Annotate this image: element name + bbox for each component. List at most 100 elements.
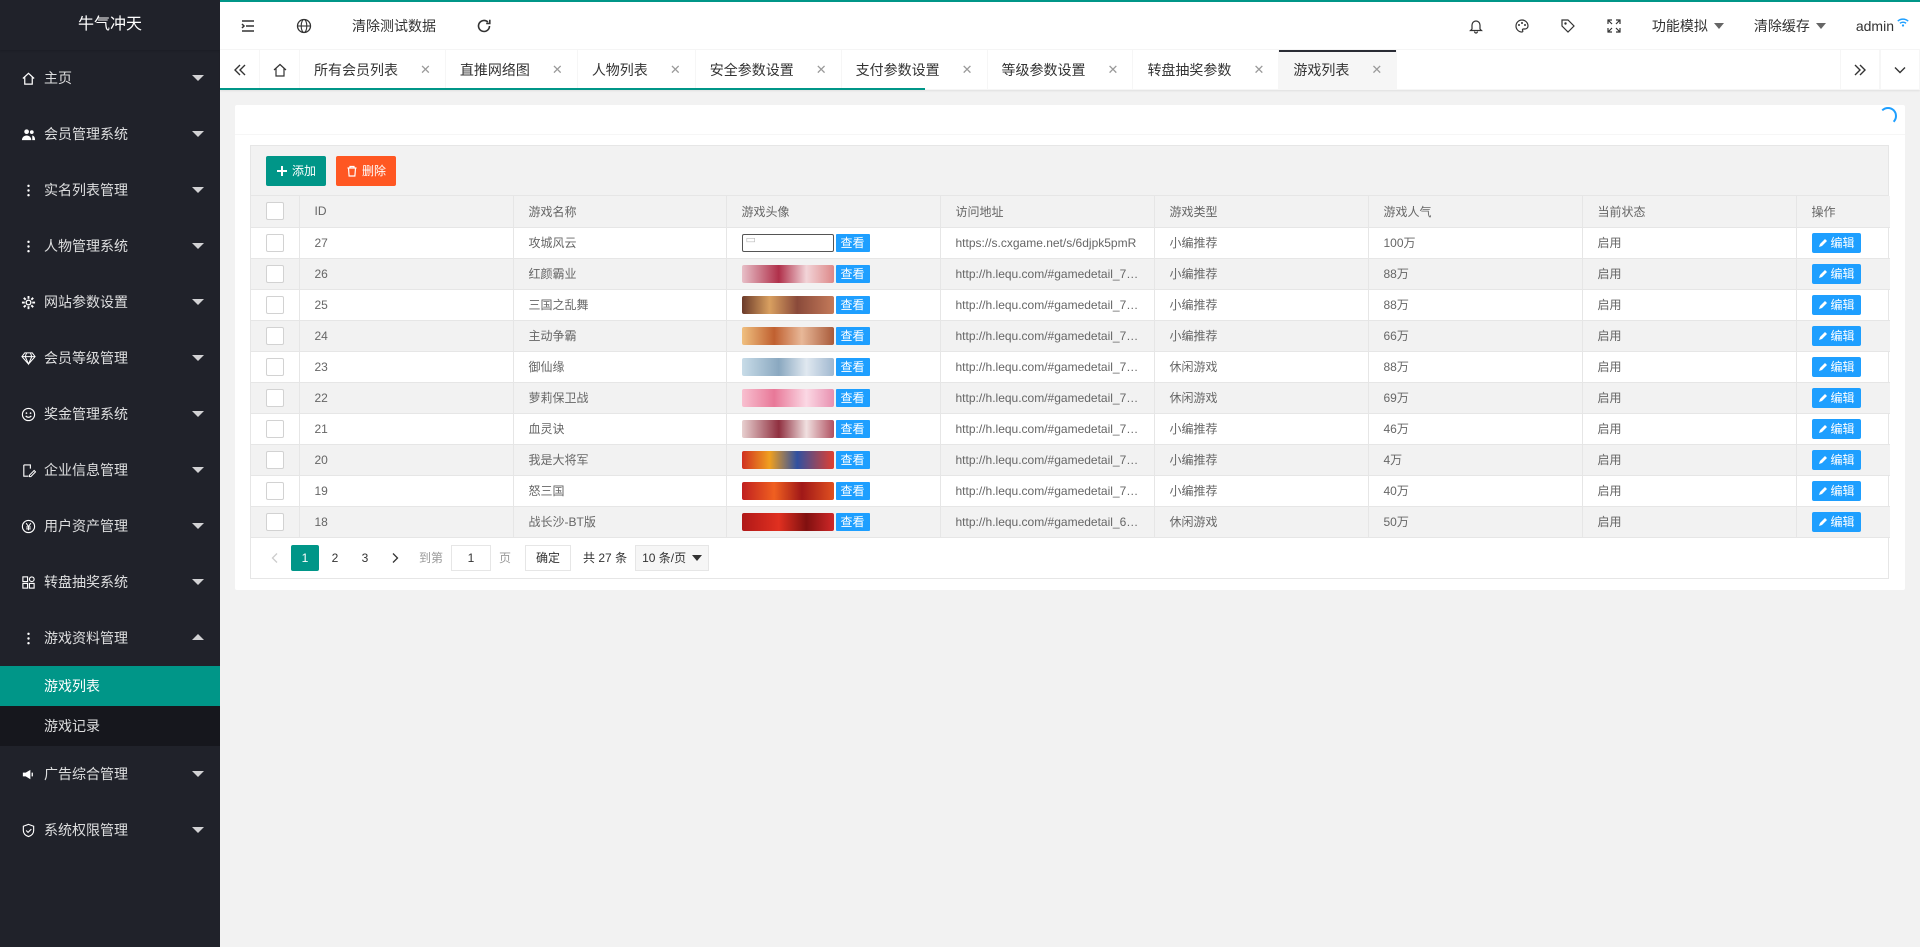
tabs-scroll-left-button[interactable] (220, 50, 260, 90)
clear-test-data-button[interactable]: 清除测试数据 (332, 2, 456, 50)
page-2[interactable]: 2 (321, 545, 349, 571)
page-size-select[interactable]: 10 条/页 (635, 544, 710, 571)
table-row: 25 三国之乱舞 查看 http://h.lequ.com/#gamedetail_7… (251, 289, 1890, 321)
edit-button[interactable]: 编辑 (1811, 511, 1861, 532)
cell-id: 19 (299, 475, 514, 507)
col-header-name[interactable]: 游戏名称 (513, 196, 727, 228)
delete-button[interactable]: 删除 (336, 155, 397, 186)
prev-page-button[interactable] (261, 545, 289, 571)
view-image-button[interactable]: 查看 (835, 481, 870, 500)
tab-0[interactable]: 所有会员列表 ✕ (300, 50, 446, 90)
row-checkbox[interactable] (265, 357, 284, 376)
tab-4[interactable]: 支付参数设置 ✕ (842, 50, 988, 90)
sidebar-item-top-0[interactable]: 主页 (0, 50, 220, 106)
sidebar-item-top-9[interactable]: 转盘抽奖系统 (0, 554, 220, 610)
tab-home[interactable] (260, 50, 300, 90)
tab-7[interactable]: 游戏列表 ✕ (1279, 50, 1398, 90)
sidebar-item-top-4[interactable]: 网站参数设置 (0, 274, 220, 330)
function-sim-menu[interactable]: 功能模拟 (1637, 2, 1739, 50)
view-image-button[interactable]: 查看 (835, 512, 870, 531)
sidebar-item-top-2[interactable]: 实名列表管理 (0, 162, 220, 218)
row-checkbox[interactable] (265, 481, 284, 500)
add-button[interactable]: 添加 (266, 155, 327, 186)
sidebar-item-bottom-1[interactable]: 系统权限管理 (0, 802, 220, 858)
row-checkbox[interactable] (265, 512, 284, 531)
close-icon[interactable]: ✕ (962, 62, 973, 78)
sidebar-item-top-8[interactable]: 用户资产管理 (0, 498, 220, 554)
row-checkbox[interactable] (265, 326, 284, 345)
select-all-checkbox[interactable] (265, 202, 284, 221)
tab-1[interactable]: 直推网络图 ✕ (446, 50, 578, 90)
row-checkbox[interactable] (265, 295, 284, 314)
tab-3[interactable]: 安全参数设置 ✕ (696, 50, 842, 90)
view-image-button[interactable]: 查看 (835, 450, 870, 469)
col-header-popularity[interactable]: 游戏人气 (1368, 196, 1583, 228)
col-header-avatar[interactable]: 游戏头像 (726, 196, 941, 228)
close-icon[interactable]: ✕ (420, 62, 431, 78)
sidebar-item-top-5[interactable]: 会员等级管理 (0, 330, 220, 386)
col-header-status[interactable]: 当前状态 (1582, 196, 1797, 228)
menu-toggle-button[interactable] (220, 2, 276, 50)
tab-6[interactable]: 转盘抽奖参数 ✕ (1133, 50, 1280, 90)
theme-button[interactable] (1499, 2, 1545, 50)
close-icon[interactable]: ✕ (1371, 62, 1382, 78)
col-header-id[interactable]: ID (299, 196, 514, 228)
row-checkbox[interactable] (265, 419, 284, 438)
sidebar-item-top-6[interactable]: 奖金管理系统 (0, 386, 220, 442)
edit-button[interactable]: 编辑 (1811, 232, 1861, 253)
row-checkbox[interactable] (265, 264, 284, 283)
edit-button[interactable]: 编辑 (1811, 480, 1861, 501)
fullscreen-button[interactable] (1591, 2, 1637, 50)
tag-button[interactable] (1545, 2, 1591, 50)
sidebar-item-top-3[interactable]: 人物管理系统 (0, 218, 220, 274)
refresh-button[interactable] (456, 2, 512, 50)
sidebar-item-bottom-0[interactable]: 广告综合管理 (0, 746, 220, 802)
close-icon[interactable]: ✕ (1253, 62, 1264, 78)
caret-down-icon (192, 827, 204, 833)
row-checkbox[interactable] (265, 233, 284, 252)
view-image-button[interactable]: 查看 (835, 388, 870, 407)
edit-button[interactable]: 编辑 (1811, 325, 1861, 346)
tabs-menu-button[interactable] (1880, 50, 1920, 90)
edit-button[interactable]: 编辑 (1811, 418, 1861, 439)
tab-5[interactable]: 等级参数设置 ✕ (988, 50, 1134, 90)
tab-2[interactable]: 人物列表 ✕ (578, 50, 696, 90)
sidebar-item-top-7[interactable]: 企业信息管理 (0, 442, 220, 498)
caret-down-icon (192, 523, 204, 529)
edit-button[interactable]: 编辑 (1811, 387, 1861, 408)
sidebar-item-top-10[interactable]: 游戏资料管理 (0, 610, 220, 666)
page-1[interactable]: 1 (291, 544, 319, 571)
sidebar-subitem-game-list[interactable]: 游戏列表 (0, 666, 220, 706)
edit-button[interactable]: 编辑 (1811, 449, 1861, 470)
edit-button[interactable]: 编辑 (1811, 263, 1861, 284)
view-image-button[interactable]: 查看 (835, 233, 870, 252)
edit-button[interactable]: 编辑 (1811, 356, 1861, 377)
sidebar-item-top-1[interactable]: 会员管理系统 (0, 106, 220, 162)
close-icon[interactable]: ✕ (816, 62, 827, 78)
page-3[interactable]: 3 (351, 545, 379, 571)
close-icon[interactable]: ✕ (1108, 62, 1119, 78)
view-image-button[interactable]: 查看 (835, 264, 870, 283)
total-count: 共 27 条 (583, 551, 628, 565)
view-image-button[interactable]: 查看 (835, 326, 870, 345)
view-image-button[interactable]: 查看 (835, 357, 870, 376)
edit-button[interactable]: 编辑 (1811, 294, 1861, 315)
next-page-button[interactable] (381, 545, 409, 571)
sidebar-subitem-game-records[interactable]: 游戏记录 (0, 706, 220, 746)
goto-page-input[interactable]: 1 (451, 544, 492, 571)
col-header-actions[interactable]: 操作 (1796, 196, 1890, 228)
goto-confirm-button[interactable]: 确定 (525, 544, 572, 571)
row-checkbox[interactable] (265, 388, 284, 407)
clear-cache-menu[interactable]: 清除缓存 (1739, 2, 1841, 50)
notifications-button[interactable] (1453, 2, 1499, 50)
website-button[interactable] (276, 2, 332, 50)
col-header-url[interactable]: 访问地址 (940, 196, 1155, 228)
user-menu[interactable]: admin (1841, 2, 1920, 50)
col-header-type[interactable]: 游戏类型 (1154, 196, 1369, 228)
close-icon[interactable]: ✕ (670, 62, 681, 78)
close-icon[interactable]: ✕ (552, 62, 563, 78)
row-checkbox[interactable] (265, 450, 284, 469)
tabs-scroll-right-button[interactable] (1840, 50, 1880, 90)
view-image-button[interactable]: 查看 (835, 295, 870, 314)
view-image-button[interactable]: 查看 (835, 419, 870, 438)
